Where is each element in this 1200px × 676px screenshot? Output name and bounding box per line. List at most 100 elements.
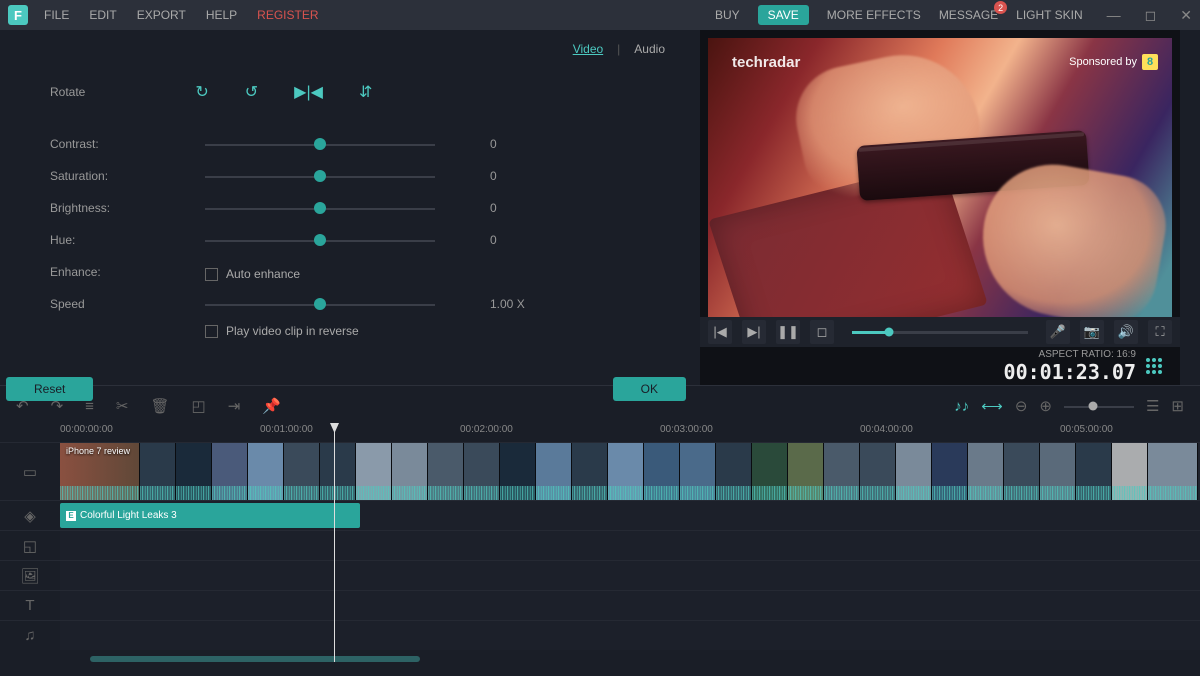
- saturation-slider[interactable]: [205, 169, 435, 183]
- effect-track[interactable]: E Colorful Light Leaks 3: [60, 501, 1200, 530]
- speed-label: Speed: [50, 297, 205, 311]
- flip-vertical-icon[interactable]: ⇵: [359, 82, 372, 102]
- ruler-mark: 00:05:00:00: [1060, 424, 1113, 435]
- text-track-icon[interactable]: T: [0, 591, 60, 620]
- stop-button[interactable]: ◻: [810, 320, 834, 344]
- enhance-row: Enhance: Auto enhance: [50, 256, 670, 288]
- menu-register[interactable]: REGISTER: [257, 8, 318, 22]
- brightness-slider[interactable]: [205, 201, 435, 215]
- text-track[interactable]: [60, 591, 1200, 620]
- zoom-in-icon[interactable]: ⊕: [1039, 397, 1052, 415]
- flip-horizontal-icon[interactable]: ▶|◀: [294, 82, 323, 102]
- timeline-ruler[interactable]: 00:00:00:00 00:01:00:00 00:02:00:00 00:0…: [60, 420, 1200, 442]
- speed-slider[interactable]: [205, 297, 435, 311]
- audio-track-icon[interactable]: ♫: [0, 621, 60, 650]
- tab-audio[interactable]: Audio: [634, 42, 665, 56]
- preview-video[interactable]: techradar Sponsored by8: [708, 38, 1172, 317]
- auto-enhance-label: Auto enhance: [226, 267, 300, 281]
- clip-label: iPhone 7 review: [66, 446, 130, 456]
- video-track-icon[interactable]: ▭: [0, 443, 60, 500]
- effect-clip[interactable]: E Colorful Light Leaks 3: [60, 503, 360, 528]
- sliders-group: Contrast: 0 Saturation: 0 Brightness: 0 …: [50, 128, 670, 338]
- contrast-value: 0: [490, 137, 540, 151]
- contrast-slider[interactable]: [205, 137, 435, 151]
- voiceover-icon[interactable]: 🎤: [1046, 320, 1070, 344]
- preview-panel: techradar Sponsored by8 |◀ ▶| ❚❚ ◻ 🎤 📷 🔊…: [700, 30, 1180, 385]
- maximize-icon[interactable]: ◻: [1145, 7, 1157, 24]
- close-icon[interactable]: ✕: [1180, 7, 1192, 24]
- brightness-row: Brightness: 0: [50, 192, 670, 224]
- menu-left: FILE EDIT EXPORT HELP REGISTER: [44, 8, 319, 22]
- auto-enhance-option[interactable]: Auto enhance: [205, 267, 300, 281]
- image-track-row: 🖼: [0, 560, 1200, 590]
- list-view-icon[interactable]: ☰: [1146, 397, 1159, 415]
- message-label: MESSAGE: [939, 8, 998, 22]
- zoom-slider[interactable]: [1064, 400, 1134, 412]
- delete-icon[interactable]: 🗑: [151, 397, 170, 415]
- minimize-icon[interactable]: —: [1107, 7, 1121, 23]
- message-badge: 2: [994, 1, 1007, 14]
- save-button[interactable]: SAVE: [758, 5, 809, 25]
- preview-watermark: techradar: [732, 54, 800, 71]
- audio-track-row: ♫: [0, 620, 1200, 650]
- menu-help[interactable]: HELP: [206, 8, 237, 22]
- hue-label: Hue:: [50, 233, 205, 247]
- reset-button[interactable]: Reset: [6, 377, 93, 401]
- aspect-ratio: ASPECT RATIO: 16:9: [1004, 349, 1136, 360]
- reverse-label: Play video clip in reverse: [226, 324, 359, 338]
- pause-button[interactable]: ❚❚: [776, 320, 800, 344]
- tab-separator: |: [617, 42, 620, 56]
- video-track[interactable]: iPhone 7 review: [60, 443, 1200, 500]
- more-effects-button[interactable]: MORE EFFECTS: [827, 8, 921, 22]
- rotate-cw-icon[interactable]: ↻: [195, 82, 208, 102]
- buy-button[interactable]: BUY: [715, 8, 740, 22]
- snapshot-icon[interactable]: 📷: [1080, 320, 1104, 344]
- reverse-option[interactable]: Play video clip in reverse: [205, 324, 670, 338]
- video-track-row: ▭ iPhone 7 review: [0, 442, 1200, 500]
- auto-enhance-checkbox[interactable]: [205, 268, 218, 281]
- menu-export[interactable]: EXPORT: [137, 8, 186, 22]
- overlay-track[interactable]: [60, 531, 1200, 560]
- tab-video[interactable]: Video: [573, 42, 603, 56]
- ok-button[interactable]: OK: [613, 377, 686, 401]
- pin-icon[interactable]: 📌: [262, 397, 281, 415]
- text-track-row: T: [0, 590, 1200, 620]
- ruler-mark: 00:00:00:00: [60, 424, 113, 435]
- prev-frame-button[interactable]: |◀: [708, 320, 732, 344]
- grip-icon[interactable]: [1146, 358, 1162, 374]
- effect-clip-label: Colorful Light Leaks 3: [80, 510, 177, 521]
- split-icon[interactable]: ✂: [116, 397, 129, 415]
- export-frame-icon[interactable]: ⇥: [228, 397, 241, 415]
- rotate-ccw-icon[interactable]: ↺: [245, 82, 258, 102]
- playhead[interactable]: [334, 423, 335, 662]
- playbar: |◀ ▶| ❚❚ ◻ 🎤 📷 🔊 ⛶: [700, 317, 1180, 347]
- overlay-track-icon[interactable]: ◱: [0, 531, 60, 560]
- audio-track[interactable]: [60, 621, 1200, 650]
- timeline-scrollbar[interactable]: [90, 656, 420, 662]
- enhance-label: Enhance:: [50, 265, 205, 279]
- effect-track-icon[interactable]: ◈: [0, 501, 60, 530]
- light-skin-button[interactable]: LIGHT SKIN: [1016, 8, 1082, 22]
- image-track[interactable]: [60, 561, 1200, 590]
- menu-file[interactable]: FILE: [44, 8, 69, 22]
- settings-tool-icon[interactable]: ⊞: [1171, 397, 1184, 415]
- next-frame-button[interactable]: ▶|: [742, 320, 766, 344]
- crop-icon[interactable]: ◰: [192, 397, 206, 415]
- fullscreen-icon[interactable]: ⛶: [1148, 320, 1172, 344]
- volume-icon[interactable]: 🔊: [1114, 320, 1138, 344]
- hue-slider[interactable]: [205, 233, 435, 247]
- reverse-checkbox[interactable]: [205, 325, 218, 338]
- timeline-tools-right: ♪♪ ⟷ ⊖ ⊕ ☰ ⊞: [954, 397, 1184, 415]
- zoom-out-icon[interactable]: ⊖: [1015, 397, 1028, 415]
- menu-edit[interactable]: EDIT: [89, 8, 116, 22]
- audio-tool-icon[interactable]: ♪♪: [954, 398, 969, 415]
- preview-info-text: ASPECT RATIO: 16:9 00:01:23.07: [1004, 349, 1136, 384]
- rotate-label: Rotate: [50, 85, 85, 99]
- link-tool-icon[interactable]: ⟷: [981, 397, 1003, 415]
- preview-progress[interactable]: [852, 331, 1028, 334]
- image-track-icon[interactable]: 🖼: [0, 561, 60, 590]
- preview-infobar: ASPECT RATIO: 16:9 00:01:23.07: [700, 347, 1180, 385]
- message-button[interactable]: MESSAGE 2: [939, 8, 998, 22]
- rotate-icons: ↻ ↺ ▶|◀ ⇵: [195, 82, 372, 102]
- timeline: ↶ ↷ ≡ ✂ 🗑 ◰ ⇥ 📌 ♪♪ ⟷ ⊖ ⊕ ☰ ⊞ 00:00:00:00…: [0, 385, 1200, 668]
